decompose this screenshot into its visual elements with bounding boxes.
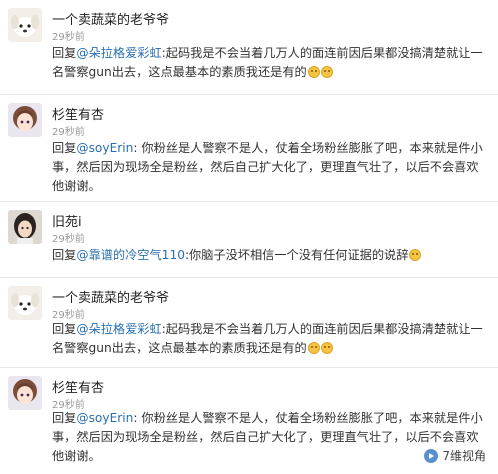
- mention-link[interactable]: @靠谱的冷空气110: [76, 248, 185, 262]
- dog-avatar[interactable]: [8, 8, 42, 42]
- watermark-text: 7维视角: [442, 449, 486, 463]
- comment-item: 旧苑i 29秒前 回复@靠谱的冷空气110:你脑子没坏相信一个没有任何证据的说辞: [0, 202, 498, 278]
- username[interactable]: 杉笙有杏: [52, 377, 104, 396]
- comment-text: 回复@soyErin: 你粉丝是人警察不是人，仗着全场粉丝膨胀了吧，本来就是件小…: [52, 409, 484, 466]
- username[interactable]: 杉笙有杏: [52, 104, 104, 123]
- anime-girl-avatar[interactable]: [8, 376, 42, 410]
- comment-item: 杉笙有杏 29秒前 回复@soyErin: 你粉丝是人警察不是人，仗着全场粉丝膨…: [0, 95, 498, 202]
- comment-item: 一个卖蔬菜的老爷爷 29秒前 回复@朵拉格爱彩虹:起码我是不会当着几万人的面连前…: [0, 278, 498, 368]
- comment-text: 回复@朵拉格爱彩虹:起码我是不会当着几万人的面连前因后果都没搞清楚就让一名警察g…: [52, 44, 484, 82]
- mention-link[interactable]: @朵拉格爱彩虹: [76, 322, 161, 336]
- comment-item: 一个卖蔬菜的老爷爷 29秒前 回复@朵拉格爱彩虹:起码我是不会当着几万人的面连前…: [0, 0, 498, 95]
- mention-link[interactable]: @soyErin: [76, 141, 133, 155]
- smirk-emoji-icon: [320, 66, 333, 78]
- timestamp: 29秒前: [52, 127, 85, 138]
- comment-text: 回复@朵拉格爱彩虹:起码我是不会当着几万人的面连前因后果都没搞清楚就让一名警察g…: [52, 320, 484, 358]
- smile-emoji-icon: [409, 249, 422, 261]
- username[interactable]: 旧苑i: [52, 211, 82, 230]
- smirk-emoji-icon: [307, 342, 320, 354]
- comment-text: 回复@soyErin: 你粉丝是人警察不是人，仗着全场粉丝膨胀了吧，本来就是件小…: [52, 139, 484, 196]
- comment-feed: 一个卖蔬菜的老爷爷 29秒前 回复@朵拉格爱彩虹:起码我是不会当着几万人的面连前…: [0, 0, 498, 474]
- mention-link[interactable]: @soyErin: [76, 411, 133, 425]
- username[interactable]: 一个卖蔬菜的老爷爷: [52, 9, 169, 28]
- smirk-emoji-icon: [320, 342, 333, 354]
- mention-link[interactable]: @朵拉格爱彩虹: [76, 46, 161, 60]
- reply-prefix: 回复: [52, 322, 77, 336]
- dog-avatar[interactable]: [8, 286, 42, 320]
- comment-body: :你脑子没坏相信一个没有任何证据的说辞: [184, 248, 409, 262]
- reply-prefix: 回复: [52, 248, 77, 262]
- reply-prefix: 回复: [52, 46, 77, 60]
- username[interactable]: 一个卖蔬菜的老爷爷: [52, 287, 169, 306]
- comment-text: 回复@靠谱的冷空气110:你脑子没坏相信一个没有任何证据的说辞: [52, 246, 484, 265]
- anime-girl-avatar[interactable]: [8, 103, 42, 137]
- reply-prefix: 回复: [52, 411, 77, 425]
- reply-prefix: 回复: [52, 141, 77, 155]
- girl-avatar[interactable]: [8, 210, 42, 244]
- smirk-emoji-icon: [307, 66, 320, 78]
- timestamp: 29秒前: [52, 32, 85, 43]
- watermark: 7维视角: [420, 445, 490, 466]
- play-icon: [424, 448, 439, 463]
- timestamp: 29秒前: [52, 234, 85, 245]
- timestamp: 29秒前: [52, 310, 85, 321]
